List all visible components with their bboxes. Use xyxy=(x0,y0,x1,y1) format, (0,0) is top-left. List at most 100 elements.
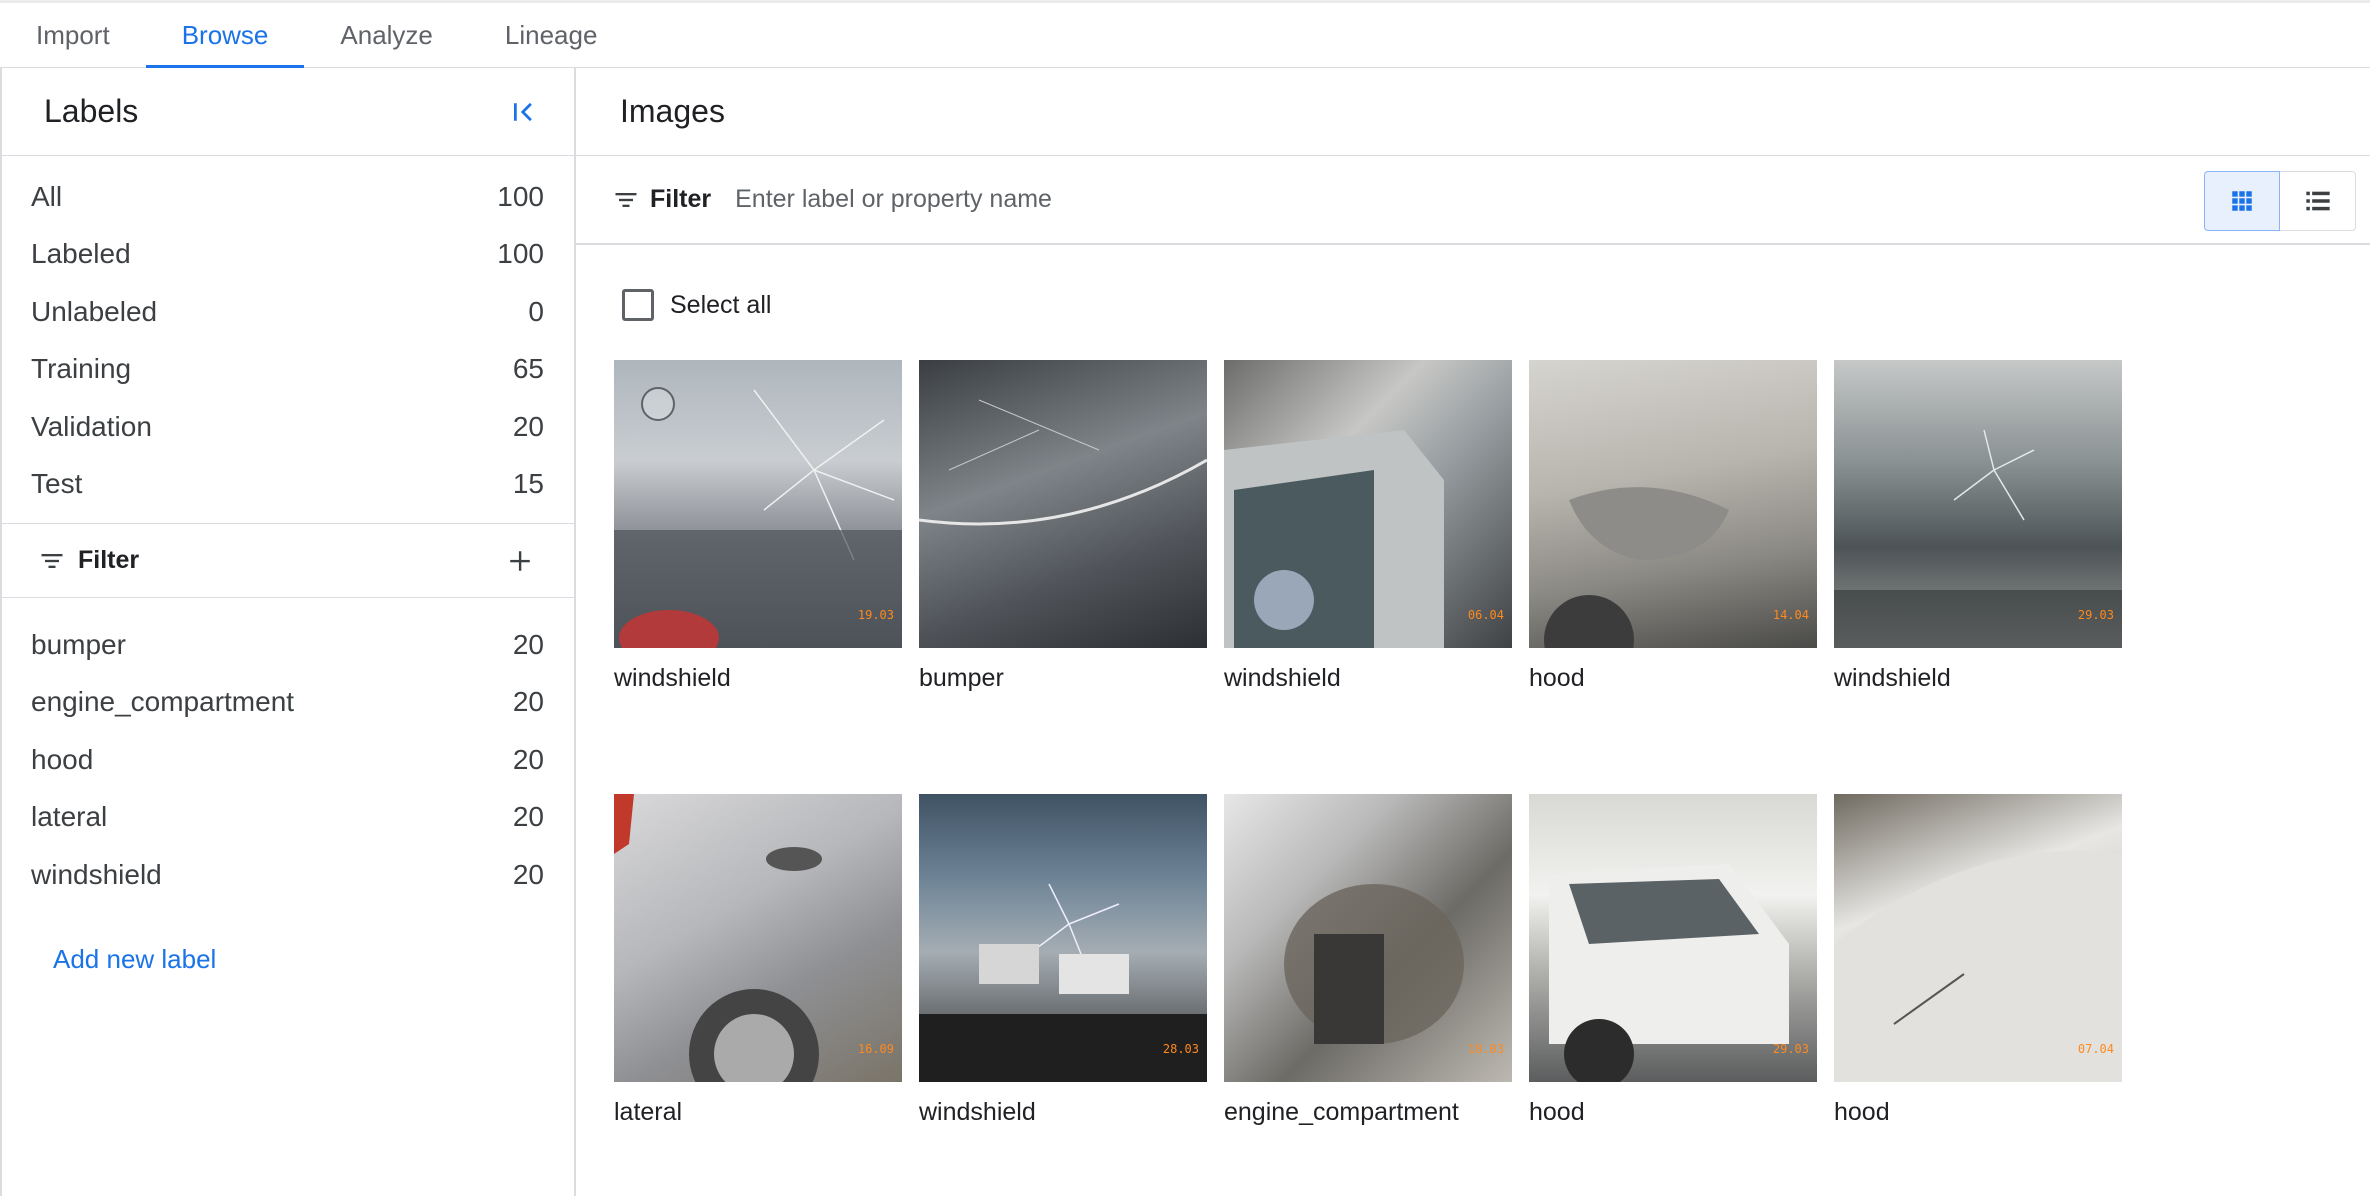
image-label: hood xyxy=(1834,1098,1890,1126)
count-row-test[interactable]: Test 15 xyxy=(2,456,574,514)
add-new-label-link[interactable]: Add new label xyxy=(53,944,216,975)
label-row-bumper[interactable]: bumper 20 xyxy=(2,616,574,674)
label-row-hood[interactable]: hood 20 xyxy=(2,731,574,789)
images-panel-title: Images xyxy=(620,93,725,129)
images-filter-bar: Filter xyxy=(576,156,2370,245)
image-card[interactable]: 29.03 windshield xyxy=(1834,360,2122,794)
image-thumbnail[interactable]: 14.04 xyxy=(1529,360,1817,648)
label-list: bumper 20 engine_compartment 20 hood 20 lat… xyxy=(2,598,574,904)
label-row-lateral[interactable]: lateral 20 xyxy=(2,789,574,847)
count-row-training[interactable]: Training 65 xyxy=(2,341,574,399)
image-date-stamp: 06.04 xyxy=(1467,608,1504,622)
image-card[interactable]: 07.04 hood xyxy=(1834,794,2122,1196)
label-name: engine_compartment xyxy=(31,686,295,718)
image-label: hood xyxy=(1529,664,1585,692)
image-label: hood xyxy=(1529,1098,1585,1126)
label-row-windshield[interactable]: windshield 20 xyxy=(2,846,574,904)
image-card[interactable]: 18.03 engine_compartment xyxy=(1224,794,1512,1196)
labels-panel-header: Labels xyxy=(2,68,574,156)
image-label: windshield xyxy=(1224,664,1341,692)
image-date-stamp: 14.04 xyxy=(1772,608,1809,622)
labels-filter-label: Filter xyxy=(78,546,140,574)
select-all[interactable]: Select all xyxy=(622,289,771,321)
image-thumbnail[interactable] xyxy=(919,360,1207,648)
images-panel-header: Images xyxy=(576,68,2370,156)
count-value: 100 xyxy=(497,180,544,212)
image-card[interactable]: 29.03 hood xyxy=(1529,794,1817,1196)
filter-input[interactable] xyxy=(735,185,1636,214)
count-label: Unlabeled xyxy=(31,295,158,327)
labels-panel-title: Labels xyxy=(44,93,139,129)
image-card[interactable]: 14.04 hood xyxy=(1529,360,1817,794)
label-count: 20 xyxy=(512,628,544,660)
label-name: bumper xyxy=(31,628,126,660)
grid-view-icon[interactable] xyxy=(2204,171,2280,231)
image-thumbnail[interactable]: 28.03 xyxy=(919,794,1207,1082)
collapse-panel-icon[interactable] xyxy=(504,92,544,132)
image-select-radio[interactable] xyxy=(641,387,675,421)
image-thumbnail[interactable]: 19.03 xyxy=(614,360,902,648)
count-value: 65 xyxy=(512,353,544,385)
count-row-labeled[interactable]: Labeled 100 xyxy=(2,226,574,284)
labels-filter-row: Filter xyxy=(2,524,574,598)
label-count: 20 xyxy=(512,801,544,833)
top-tab-bar: Import Browse Analyze Lineage xyxy=(0,0,2370,68)
image-label: bumper xyxy=(919,664,1004,692)
image-label: windshield xyxy=(1834,664,1951,692)
image-label: engine_compartment xyxy=(1224,1098,1459,1126)
image-label: windshield xyxy=(614,664,731,692)
image-thumbnail[interactable]: 18.03 xyxy=(1224,794,1512,1082)
filter-icon xyxy=(615,192,637,207)
count-value: 100 xyxy=(497,238,544,270)
image-date-stamp: 18.03 xyxy=(1467,1042,1504,1056)
count-row-validation[interactable]: Validation 20 xyxy=(2,398,574,456)
tab-lineage[interactable]: Lineage xyxy=(469,3,634,67)
image-thumbnail[interactable]: 16.09 xyxy=(614,794,902,1082)
filter-icon xyxy=(41,553,63,568)
image-thumbnail[interactable]: 06.04 xyxy=(1224,360,1512,648)
view-toggle xyxy=(2204,171,2356,231)
image-date-stamp: 16.09 xyxy=(857,1042,894,1056)
count-value: 20 xyxy=(512,410,544,442)
image-grid: 19.03 windshield bumper 06.04 windshield… xyxy=(614,360,2122,1196)
select-all-label: Select all xyxy=(670,290,772,319)
image-thumbnail[interactable]: 29.03 xyxy=(1834,360,2122,648)
image-thumbnail[interactable]: 07.04 xyxy=(1834,794,2122,1082)
label-count: 20 xyxy=(512,743,544,775)
split-count-list: All 100 Labeled 100 Unlabeled 0 Training 65 … xyxy=(2,156,574,524)
tab-analyze[interactable]: Analyze xyxy=(304,3,469,67)
image-date-stamp: 28.03 xyxy=(1162,1042,1199,1056)
tab-import[interactable]: Import xyxy=(0,3,146,67)
tab-browse[interactable]: Browse xyxy=(145,3,305,68)
count-label: Labeled xyxy=(31,238,131,270)
list-view-icon[interactable] xyxy=(2280,171,2356,231)
images-filter-label: Filter xyxy=(650,185,712,213)
label-count: 20 xyxy=(512,686,544,718)
label-row-engine-compartment[interactable]: engine_compartment 20 xyxy=(2,674,574,732)
count-row-unlabeled[interactable]: Unlabeled 0 xyxy=(2,283,574,341)
image-card[interactable]: 06.04 windshield xyxy=(1224,360,1512,794)
count-value: 15 xyxy=(512,468,544,500)
image-date-stamp: 29.03 xyxy=(1772,1042,1809,1056)
add-icon[interactable] xyxy=(502,543,538,579)
images-panel: Images Filter Enter label or property na… xyxy=(576,68,2370,1196)
labels-filter-button[interactable]: Filter xyxy=(38,546,139,575)
image-card[interactable]: 16.09 lateral xyxy=(614,794,902,1196)
image-date-stamp: 29.03 xyxy=(2077,608,2114,622)
count-label: Training xyxy=(31,353,132,385)
count-label: All xyxy=(31,180,63,212)
image-card[interactable]: 28.03 windshield xyxy=(919,794,1207,1196)
label-count: 20 xyxy=(512,858,544,890)
image-date-stamp: 07.04 xyxy=(2077,1042,2114,1056)
label-name: hood xyxy=(31,743,94,775)
images-filter-button[interactable]: Filter xyxy=(612,185,711,214)
count-label: Test xyxy=(31,468,83,500)
count-value: 0 xyxy=(528,295,544,327)
select-all-checkbox[interactable] xyxy=(622,289,654,321)
image-card[interactable]: 19.03 windshield xyxy=(614,360,902,794)
image-thumbnail[interactable]: 29.03 xyxy=(1529,794,1817,1082)
image-date-stamp: 19.03 xyxy=(857,608,894,622)
label-name: lateral xyxy=(31,801,108,833)
image-card[interactable]: bumper xyxy=(919,360,1207,794)
count-row-all[interactable]: All 100 xyxy=(2,168,574,226)
